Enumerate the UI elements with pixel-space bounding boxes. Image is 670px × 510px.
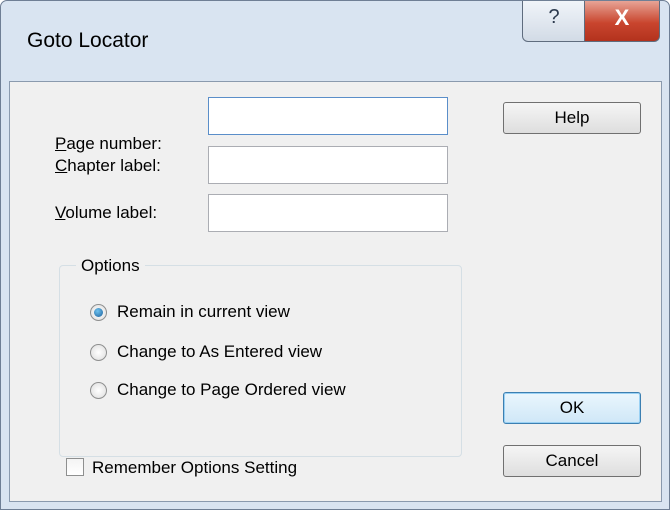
window-title: Goto Locator xyxy=(27,29,149,52)
radio-change-page-ordered-view-label[interactable]: Change to Page Ordered view xyxy=(117,380,346,400)
close-icon: X xyxy=(614,5,630,30)
radio-change-page-ordered-view[interactable] xyxy=(90,381,107,399)
volume-label-label: Volume label: xyxy=(55,203,158,222)
radio-remain-current-view-label[interactable]: Remain in current view xyxy=(117,302,290,322)
chapter-label-input[interactable] xyxy=(209,147,447,183)
volume-label-input[interactable] xyxy=(209,195,447,231)
page-number-field[interactable] xyxy=(208,97,448,135)
chapter-label-label: Chapter label: xyxy=(55,156,161,175)
help-button[interactable]: Help xyxy=(503,102,641,134)
option-change-as-entered-view[interactable]: Change to As Entered view xyxy=(90,340,322,364)
remember-options-checkbox[interactable] xyxy=(66,458,84,476)
goto-locator-dialog: Goto Locator ? X Page number: Chapter la… xyxy=(0,0,670,510)
radio-remain-current-view[interactable] xyxy=(90,303,107,321)
dialog-body: Page number: Chapter label: Volume label… xyxy=(9,81,662,502)
title-bar[interactable]: Goto Locator ? X xyxy=(1,1,669,81)
chapter-label-field[interactable] xyxy=(208,146,448,184)
context-help-button[interactable]: ? xyxy=(522,1,586,42)
cancel-button[interactable]: Cancel xyxy=(503,445,641,477)
close-button[interactable]: X xyxy=(584,1,660,42)
page-number-label: Page number: xyxy=(55,134,162,153)
remember-options-label[interactable]: Remember Options Setting xyxy=(92,458,297,478)
ok-button[interactable]: OK xyxy=(503,392,641,424)
options-group-legend: Options xyxy=(76,256,145,276)
radio-change-as-entered-view[interactable] xyxy=(90,343,107,361)
option-change-page-ordered-view[interactable]: Change to Page Ordered view xyxy=(90,378,346,402)
radio-change-as-entered-view-label[interactable]: Change to As Entered view xyxy=(117,342,322,362)
question-mark-icon: ? xyxy=(548,6,560,28)
page-number-input[interactable] xyxy=(209,98,447,134)
volume-label-field[interactable] xyxy=(208,194,448,232)
option-remain-current-view[interactable]: Remain in current view xyxy=(90,300,290,324)
